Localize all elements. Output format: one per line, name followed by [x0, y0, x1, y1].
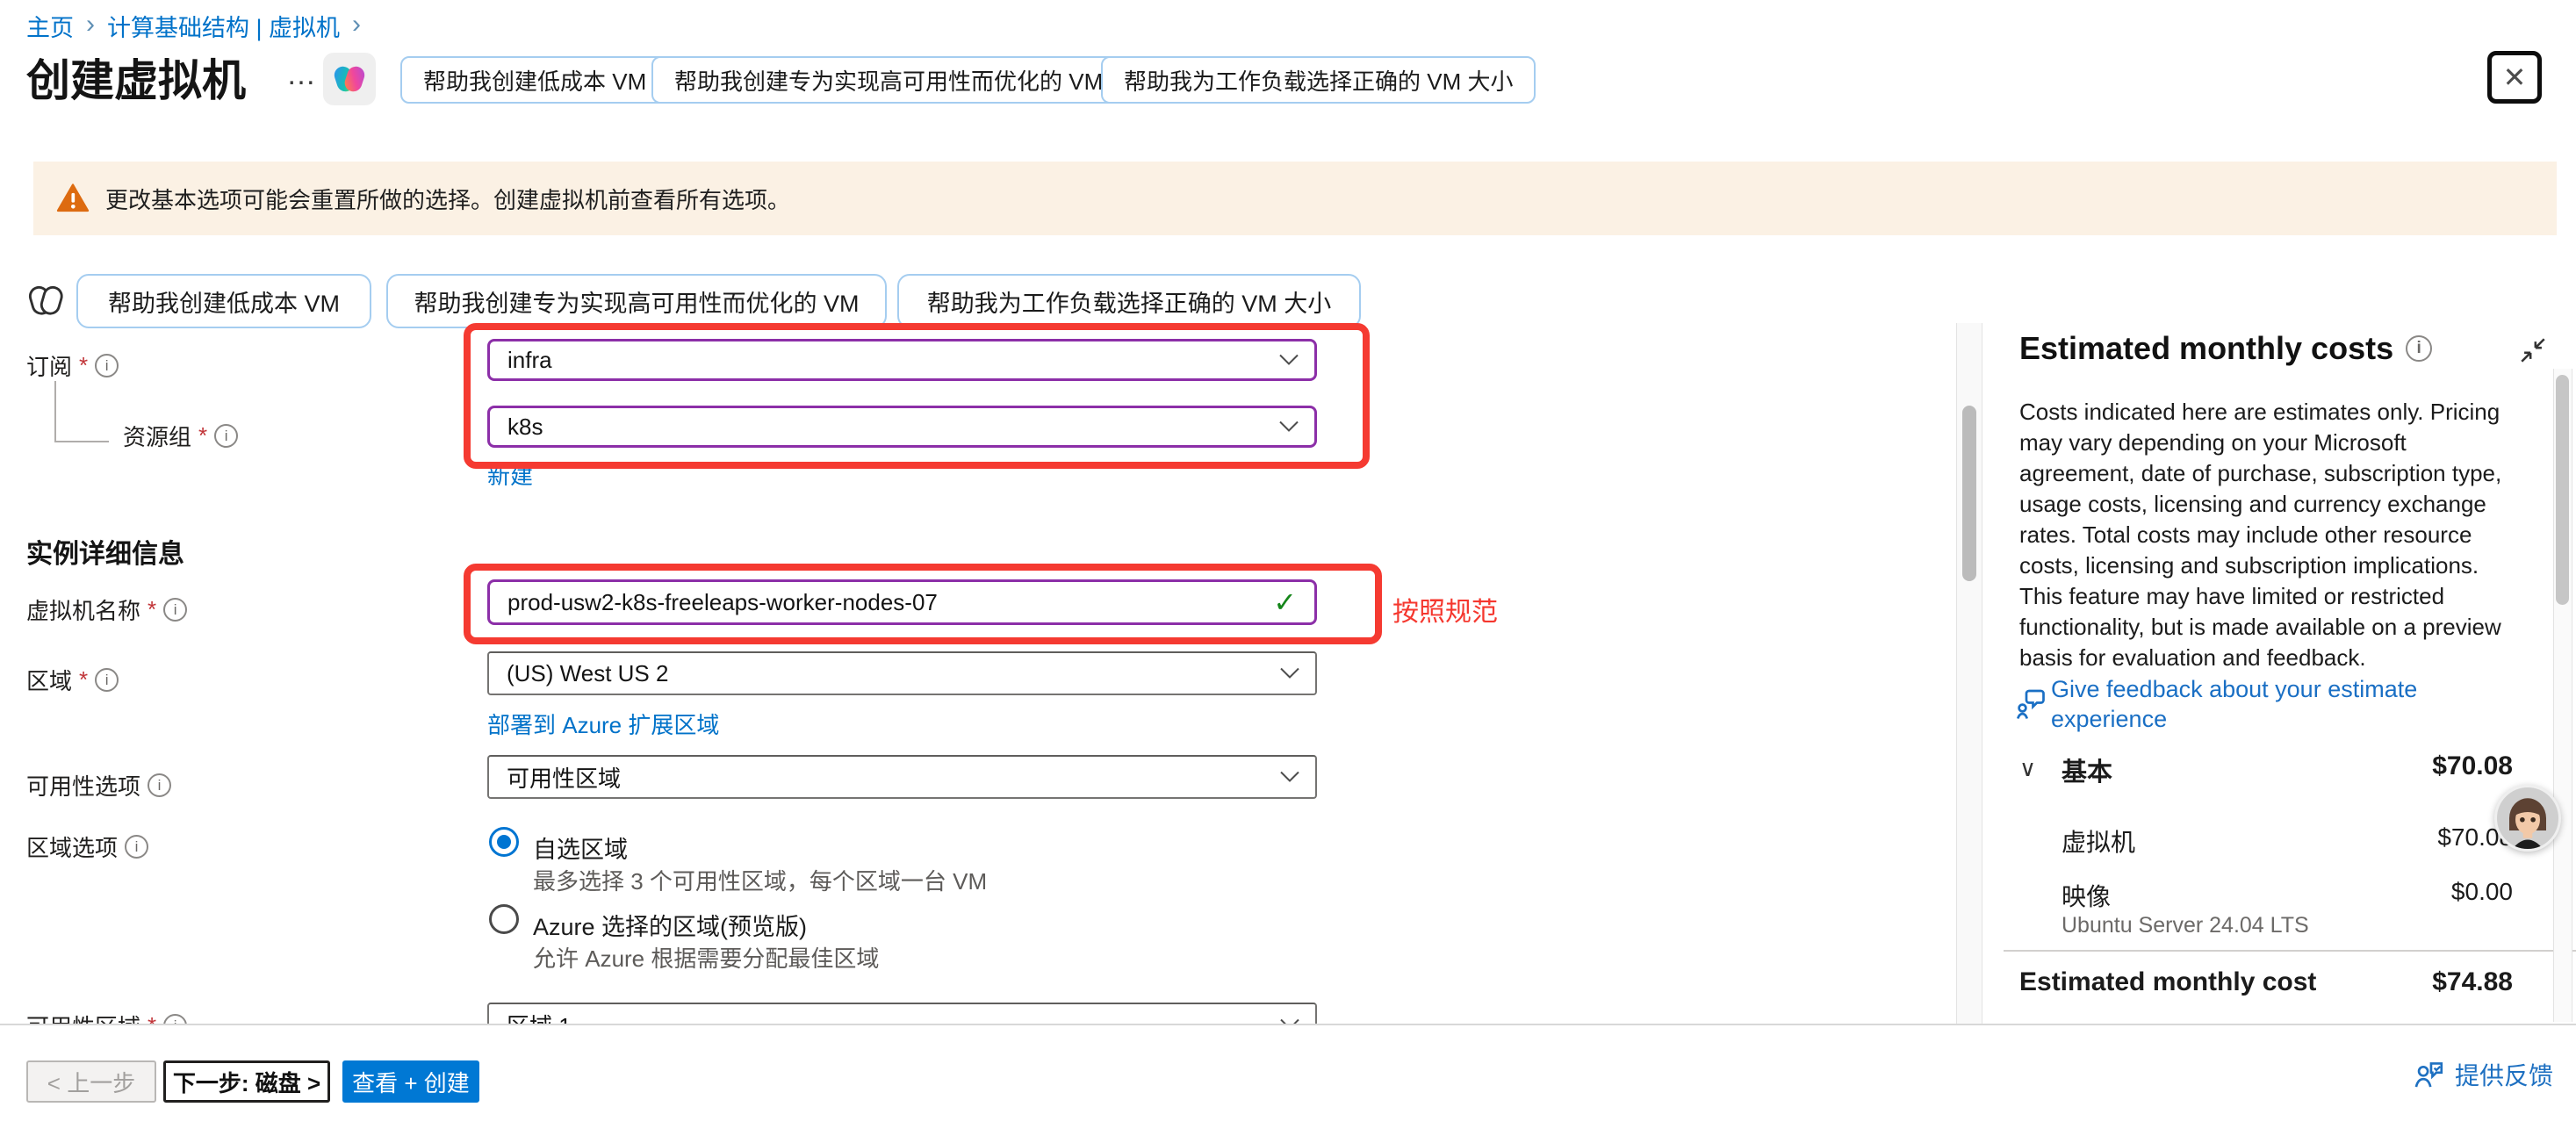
basic-group-chevron-icon[interactable]: ∨	[2019, 755, 2036, 782]
chevron-down-icon	[1279, 421, 1299, 433]
create-vm-page: { "icons": { "more": "…", "close": "✕", …	[0, 0, 2576, 1143]
breadcrumb: 主页 › 计算基础结构 | 虚拟机 ›	[26, 9, 361, 43]
cost-row-image-label: 映像	[2062, 878, 2111, 913]
chevron-down-icon	[1280, 668, 1299, 679]
chevron-down-icon	[1279, 355, 1299, 366]
chevron-down-icon	[1280, 772, 1299, 783]
suggestion-high-availability-vm[interactable]: 帮助我创建专为实现高可用性而优化的 VM	[651, 56, 1126, 104]
availability-options-label: 可用性选项 i	[26, 769, 171, 802]
radio-azure-selected-zones-desc: 允许 Azure 根据需要分配最佳区域	[533, 941, 879, 974]
next-disks-button[interactable]: 下一步: 磁盘 >	[163, 1060, 330, 1103]
annotation-note: 按照规范	[1392, 590, 1498, 629]
radio-self-selected-zones[interactable]	[489, 827, 519, 857]
main-scrollbar-thumb[interactable]	[1962, 406, 1976, 581]
cost-total-label: Estimated monthly cost	[2019, 967, 2316, 997]
radio-self-selected-zones-label[interactable]: 自选区域	[533, 830, 628, 865]
cost-panel-title: Estimated monthly costs i	[2019, 330, 2432, 367]
radio-self-selected-zones-desc: 最多选择 3 个可用性区域，每个区域一台 VM	[533, 864, 987, 896]
copilot-button[interactable]	[323, 53, 376, 105]
cost-total-value: $74.88	[2432, 967, 2513, 997]
info-icon[interactable]: i	[95, 668, 119, 692]
info-icon[interactable]: i	[163, 1014, 187, 1024]
cost-group-value: $70.08	[2432, 751, 2513, 781]
valid-check-icon: ✓	[1273, 586, 1297, 619]
create-new-resource-group-link[interactable]: 新建	[487, 458, 533, 491]
give-feedback-link[interactable]: 提供反馈	[2413, 1057, 2553, 1092]
vm-name-label: 虚拟机名称* i	[26, 593, 187, 626]
subscription-label: 订阅* i	[26, 349, 119, 382]
extended-zone-link[interactable]: 部署到 Azure 扩展区域	[487, 708, 719, 740]
info-icon[interactable]: i	[125, 835, 148, 859]
breadcrumb-separator-icon: ›	[86, 10, 95, 40]
cost-panel-divider	[2004, 950, 2576, 952]
info-icon[interactable]: i	[95, 354, 119, 377]
warning-icon	[56, 183, 90, 213]
breadcrumb-separator-icon: ›	[352, 10, 361, 40]
assistant-avatar[interactable]	[2494, 785, 2561, 852]
more-options-button[interactable]: …	[286, 58, 319, 92]
suggestion-high-availability-vm[interactable]: 帮助我创建专为实现高可用性而优化的 VM	[386, 274, 887, 328]
vm-name-input[interactable]: prod-usw2-k8s-freeleaps-worker-nodes-07 …	[487, 579, 1317, 625]
cost-row-image-value: $0.00	[2451, 878, 2513, 906]
radio-azure-selected-zones[interactable]	[489, 904, 519, 934]
suggestion-low-cost-vm[interactable]: 帮助我创建低成本 VM	[400, 56, 669, 104]
region-dropdown[interactable]: (US) West US 2	[487, 651, 1317, 695]
breadcrumb-home[interactable]: 主页	[26, 9, 74, 43]
resource-group-label: 资源组* i	[123, 420, 238, 452]
info-icon[interactable]: i	[148, 773, 171, 797]
subscription-dropdown[interactable]: infra	[487, 339, 1317, 381]
panel-scrollbar-thumb[interactable]	[2556, 375, 2569, 605]
info-icon[interactable]: i	[2406, 335, 2432, 362]
info-icon[interactable]: i	[163, 598, 187, 622]
collapse-panel-icon[interactable]	[2518, 335, 2548, 365]
instance-details-heading: 实例详细信息	[26, 532, 184, 571]
avatar-image	[2497, 787, 2558, 849]
page-title: 创建虚拟机	[26, 46, 246, 109]
availability-zone-label: 可用性区域* i	[26, 1010, 187, 1024]
availability-zone-dropdown[interactable]: 区域 1	[487, 1003, 1317, 1024]
availability-options-dropdown[interactable]: 可用性区域	[487, 755, 1317, 799]
warning-banner: 更改基本选项可能会重置所做的选择。创建虚拟机前查看所有选项。	[33, 162, 2557, 235]
cost-group-label: 基本	[2062, 751, 2112, 788]
availability-zone-row: 可用性区域* i 区域 1	[0, 997, 1949, 1024]
suggestion-low-cost-vm[interactable]: 帮助我创建低成本 VM	[76, 274, 371, 328]
previous-button[interactable]: < 上一步	[26, 1060, 156, 1103]
region-label: 区域* i	[26, 664, 119, 696]
zone-options-label: 区域选项 i	[26, 830, 148, 863]
resource-group-dropdown[interactable]: k8s	[487, 406, 1317, 448]
radio-azure-selected-zones-label[interactable]: Azure 选择的区域(预览版)	[533, 908, 807, 942]
cost-panel-description: Costs indicated here are estimates only.…	[2019, 397, 2520, 673]
feedback-bubbles-icon	[2016, 687, 2047, 722]
cost-row-vm-label: 虚拟机	[2062, 823, 2135, 859]
cost-feedback-link[interactable]: Give feedback about your estimate experi…	[2051, 674, 2529, 734]
breadcrumb-vm[interactable]: 计算基础结构 | 虚拟机	[107, 9, 340, 43]
cost-row-image-subtitle: Ubuntu Server 24.04 LTS	[2062, 913, 2309, 938]
suggestion-right-vm-size[interactable]: 帮助我为工作负载选择正确的 VM 大小	[1101, 56, 1536, 104]
warning-text: 更改基本选项可能会重置所做的选择。创建虚拟机前查看所有选项。	[105, 183, 790, 215]
copilot-icon	[331, 61, 368, 97]
give-feedback-label: 提供反馈	[2455, 1057, 2553, 1092]
field-connector	[54, 381, 109, 442]
person-feedback-icon	[2413, 1060, 2444, 1089]
close-icon: ✕	[2503, 61, 2527, 94]
copilot-outline-icon	[26, 279, 67, 323]
close-button[interactable]: ✕	[2487, 51, 2542, 104]
review-create-button[interactable]: 查看 + 创建	[342, 1060, 479, 1103]
info-icon[interactable]: i	[214, 424, 238, 448]
suggestion-right-vm-size[interactable]: 帮助我为工作负载选择正确的 VM 大小	[897, 274, 1361, 328]
